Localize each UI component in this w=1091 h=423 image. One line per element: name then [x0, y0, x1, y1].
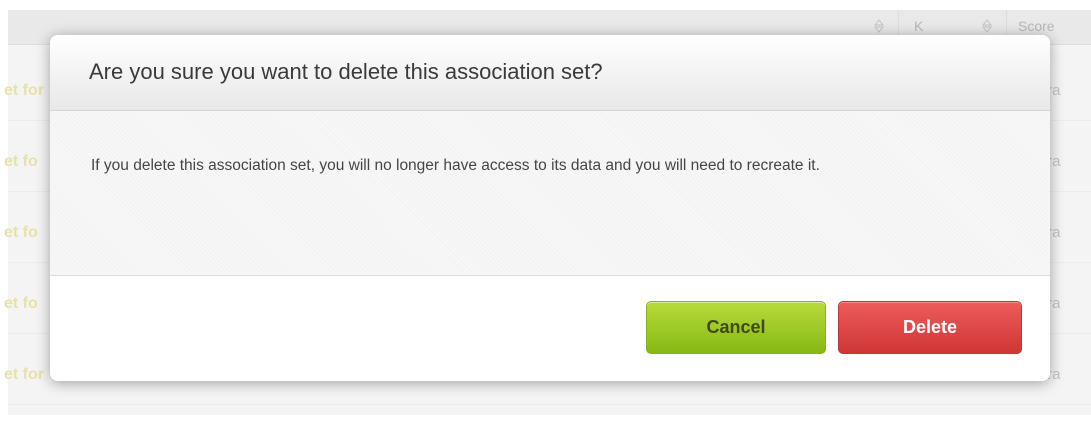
delete-confirmation-dialog: Are you sure you want to delete this ass…	[50, 35, 1050, 381]
row-name[interactable]: et for	[4, 366, 44, 384]
dialog-header: Are you sure you want to delete this ass…	[50, 35, 1050, 111]
page: K Score et for overa et fo evera et fo e…	[0, 0, 1091, 423]
row-name[interactable]: et fo	[4, 224, 38, 242]
dialog-message: If you delete this association set, you …	[91, 157, 820, 174]
dialog-footer: Cancel Delete	[50, 276, 1050, 381]
row-name[interactable]: et fo	[4, 295, 38, 313]
column-header-k[interactable]: K	[914, 18, 923, 34]
cancel-button[interactable]: Cancel	[646, 301, 826, 354]
column-header-score[interactable]: Score	[1018, 18, 1055, 34]
row-name[interactable]: et fo	[4, 153, 38, 171]
dialog-title: Are you sure you want to delete this ass…	[89, 59, 603, 84]
row-name[interactable]: et for	[4, 82, 44, 100]
sort-arrows-icon[interactable]	[874, 19, 884, 33]
delete-button[interactable]: Delete	[838, 301, 1022, 354]
dialog-body: If you delete this association set, you …	[50, 111, 1050, 276]
sort-arrows-icon[interactable]	[982, 19, 992, 33]
